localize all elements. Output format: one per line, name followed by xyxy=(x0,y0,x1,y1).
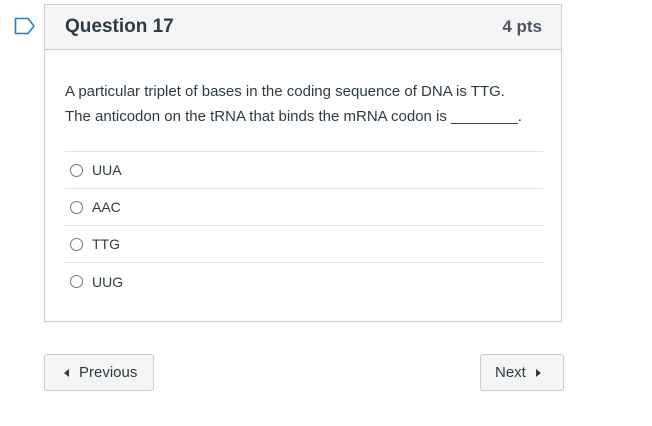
next-button-label: Next xyxy=(495,364,526,381)
answer-option-aac[interactable]: AAC xyxy=(65,189,543,226)
answer-option-uua[interactable]: UUA xyxy=(65,152,543,189)
radio-button[interactable] xyxy=(70,237,83,251)
radio-button[interactable] xyxy=(70,200,83,214)
answer-label: UUG xyxy=(92,273,124,290)
answer-list: UUA AAC TTG UUG xyxy=(65,151,543,300)
caret-right-icon xyxy=(535,368,541,377)
next-button[interactable]: Next xyxy=(480,354,564,391)
answer-option-uug[interactable]: UUG xyxy=(65,263,543,300)
question-text: A particular triplet of bases in the cod… xyxy=(65,79,545,129)
quiz-page: Question 17 4 pts A particular triplet o… xyxy=(0,0,652,426)
radio-button[interactable] xyxy=(70,275,83,288)
answer-label: UUA xyxy=(92,162,122,178)
question-card: Question 17 4 pts A particular triplet o… xyxy=(44,4,562,322)
radio-button[interactable] xyxy=(70,163,83,177)
question-points: 4 pts xyxy=(502,17,542,36)
question-text-line-1: A particular triplet of bases in the cod… xyxy=(65,83,505,100)
previous-button[interactable]: Previous xyxy=(44,354,154,391)
question-text-line-2: The anticodon on the tRNA that binds the… xyxy=(65,108,522,125)
previous-button-label: Previous xyxy=(79,364,138,381)
question-title: Question 17 xyxy=(65,16,174,37)
answer-label: AAC xyxy=(92,199,121,215)
flag-question-icon[interactable] xyxy=(14,17,36,35)
answer-option-ttg[interactable]: TTG xyxy=(65,226,543,263)
caret-left-icon xyxy=(64,368,69,377)
answer-label: TTG xyxy=(92,236,120,252)
question-header: Question 17 4 pts xyxy=(45,5,561,50)
